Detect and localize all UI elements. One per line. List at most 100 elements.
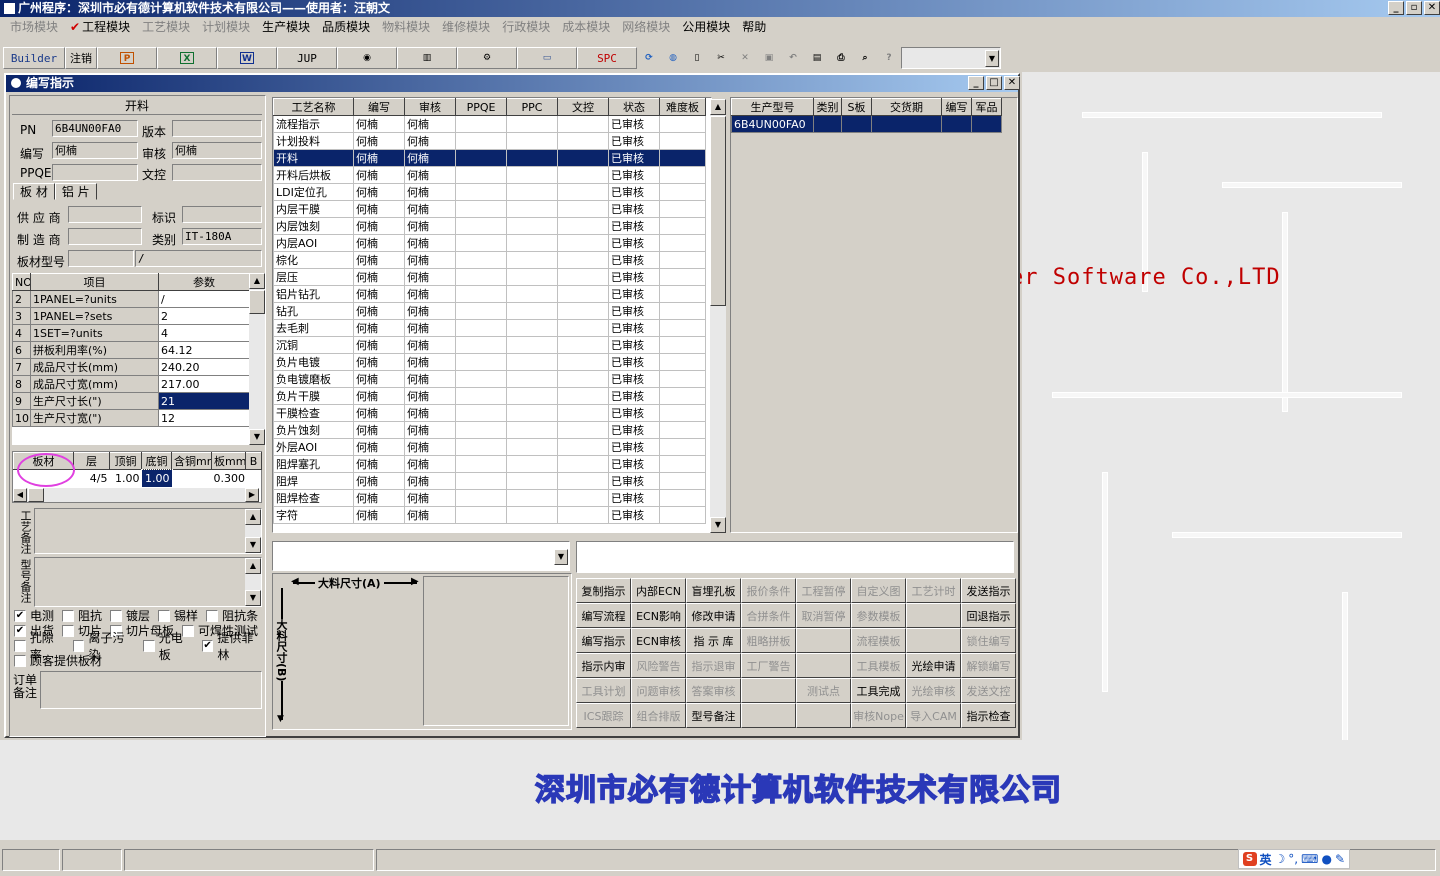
action-button-3-0[interactable]: 指示内审 bbox=[576, 653, 631, 678]
action-button-5-4[interactable] bbox=[796, 703, 851, 728]
param-cell[interactable]: 生产尺寸长(") bbox=[30, 392, 159, 410]
process-cell[interactable] bbox=[557, 336, 609, 354]
action-button-4-0[interactable]: 工具计划 bbox=[576, 678, 631, 703]
process-cell[interactable] bbox=[506, 353, 558, 371]
action-button-0-1[interactable]: 内部ECN bbox=[631, 578, 686, 603]
process-cell[interactable]: 已审核 bbox=[608, 149, 660, 167]
action-button-2-7[interactable]: 锁住编写 bbox=[961, 628, 1016, 653]
process-cell[interactable] bbox=[659, 200, 706, 218]
model-col-header[interactable]: S板 bbox=[841, 98, 872, 116]
ppqe-field[interactable] bbox=[52, 164, 138, 181]
pn-field[interactable]: 6B4UN00FA0 bbox=[52, 120, 138, 137]
scroll-down-icon[interactable]: ▼ bbox=[249, 429, 265, 445]
process-cell[interactable]: 何楠 bbox=[353, 489, 405, 507]
process-cell[interactable] bbox=[455, 115, 507, 133]
process-row[interactable]: 负片干膜 何楠 何楠 已审核 bbox=[273, 387, 706, 405]
action-button-3-3[interactable]: 工厂警告 bbox=[741, 653, 796, 678]
process-cell[interactable]: 已审核 bbox=[608, 115, 660, 133]
process-cell[interactable] bbox=[455, 200, 507, 218]
ppt-icon[interactable]: P bbox=[97, 47, 157, 69]
moon-icon[interactable]: ☽ bbox=[1275, 852, 1286, 866]
process-cell[interactable]: 层压 bbox=[273, 268, 354, 286]
process-cell[interactable]: 何楠 bbox=[404, 404, 456, 422]
process-cell[interactable]: 已审核 bbox=[608, 506, 660, 524]
minimize-icon[interactable]: _ bbox=[1388, 1, 1404, 15]
process-cell[interactable]: 干膜检查 bbox=[273, 404, 354, 422]
process-cell[interactable]: 何楠 bbox=[353, 217, 405, 235]
process-cell[interactable]: 何楠 bbox=[353, 268, 405, 286]
process-cell[interactable]: 何楠 bbox=[404, 438, 456, 456]
process-cell[interactable]: 已审核 bbox=[608, 251, 660, 269]
param-cell[interactable]: 4 bbox=[12, 324, 31, 342]
process-cell[interactable]: 已审核 bbox=[608, 421, 660, 439]
process-cell[interactable] bbox=[455, 404, 507, 422]
undo-icon[interactable]: ↶ bbox=[781, 47, 805, 69]
process-cell[interactable] bbox=[506, 234, 558, 252]
param-row[interactable]: 9 生产尺寸长(") 21 bbox=[12, 392, 249, 410]
process-col-header[interactable]: PPQE bbox=[455, 98, 507, 116]
writer-field[interactable]: 何楠 bbox=[52, 142, 138, 159]
process-cell[interactable] bbox=[455, 302, 507, 320]
process-cell[interactable]: 去毛刺 bbox=[273, 319, 354, 337]
layer-col-header[interactable]: 底铜 bbox=[141, 452, 172, 470]
process-cell[interactable] bbox=[659, 166, 706, 184]
process-cell[interactable] bbox=[557, 353, 609, 371]
checkmark-icon[interactable]: ✔ bbox=[14, 609, 26, 622]
process-cell[interactable]: 何楠 bbox=[404, 234, 456, 252]
process-cell[interactable] bbox=[659, 285, 706, 303]
process-cell[interactable] bbox=[506, 472, 558, 490]
process-cell[interactable]: 何楠 bbox=[353, 183, 405, 201]
action-button-3-7[interactable]: 解锁编写 bbox=[961, 653, 1016, 678]
scroll-up-icon[interactable]: ▲ bbox=[710, 99, 726, 115]
process-cell[interactable]: 何楠 bbox=[353, 421, 405, 439]
process-cell[interactable]: 何楠 bbox=[353, 353, 405, 371]
process-cell[interactable]: 何楠 bbox=[353, 132, 405, 150]
process-cell[interactable] bbox=[455, 506, 507, 524]
param-cell[interactable]: 217.00 bbox=[158, 375, 249, 393]
process-cell[interactable]: 何楠 bbox=[404, 268, 456, 286]
refresh-icon[interactable]: ⟳ bbox=[637, 47, 661, 69]
process-row[interactable]: 铝片钻孔 何楠 何楠 已审核 bbox=[273, 285, 706, 303]
process-cell[interactable] bbox=[557, 149, 609, 167]
scroll-down-icon[interactable]: ▼ bbox=[245, 537, 261, 553]
delete-icon[interactable]: ✕ bbox=[733, 47, 757, 69]
action-button-0-0[interactable]: 复制指示 bbox=[576, 578, 631, 603]
action-button-2-1[interactable]: ECN审核 bbox=[631, 628, 686, 653]
layer-cell[interactable]: 0.300 bbox=[212, 470, 246, 487]
action-button-4-1[interactable]: 问题审核 bbox=[631, 678, 686, 703]
menu-item-3[interactable]: 计划模块 bbox=[196, 17, 256, 37]
globe-icon[interactable]: ◍ bbox=[661, 47, 685, 69]
keyboard-icon[interactable]: ⌨ bbox=[1301, 852, 1318, 866]
process-row[interactable]: 内层干膜 何楠 何楠 已审核 bbox=[273, 200, 706, 218]
param-cell[interactable]: 8 bbox=[12, 375, 31, 393]
process-col-header[interactable]: PPC bbox=[506, 98, 558, 116]
scroll-up-icon[interactable]: ▲ bbox=[245, 558, 261, 574]
process-cell[interactable] bbox=[659, 489, 706, 507]
model-col-header[interactable]: 生产型号 bbox=[731, 98, 814, 116]
action-button-1-6[interactable] bbox=[906, 603, 961, 628]
process-cell[interactable]: 何楠 bbox=[404, 421, 456, 439]
process-cell[interactable] bbox=[506, 166, 558, 184]
toolbar-combo[interactable]: ▼ bbox=[901, 47, 1001, 69]
wrench-icon[interactable]: ✎ bbox=[1335, 852, 1345, 866]
process-cell[interactable]: 何楠 bbox=[404, 455, 456, 473]
process-row[interactable]: 内层AOI 何楠 何楠 已审核 bbox=[273, 234, 706, 252]
model-cell[interactable] bbox=[813, 115, 842, 133]
process-cell[interactable] bbox=[506, 200, 558, 218]
layer-cell[interactable]: 1.00 bbox=[140, 468, 173, 488]
checkbox-empty-icon[interactable] bbox=[14, 639, 26, 652]
scroll-down-icon[interactable]: ▼ bbox=[710, 517, 726, 533]
model-cell[interactable] bbox=[871, 115, 942, 133]
preview-icon[interactable]: ▤ bbox=[805, 47, 829, 69]
process-cell[interactable] bbox=[506, 421, 558, 439]
param-cell[interactable]: 拼板利用率(%) bbox=[30, 341, 159, 359]
action-button-5-6[interactable]: 导入CAM bbox=[906, 703, 961, 728]
close-icon[interactable]: ✕ bbox=[1004, 76, 1020, 90]
process-cell[interactable]: 流程指示 bbox=[273, 115, 354, 133]
process-row[interactable]: 阻焊 何楠 何楠 已审核 bbox=[273, 472, 706, 490]
process-cell[interactable]: 何楠 bbox=[404, 217, 456, 235]
menu-item-2[interactable]: 工艺模块 bbox=[136, 17, 196, 37]
process-cell[interactable]: 何楠 bbox=[353, 455, 405, 473]
process-col-header[interactable]: 工艺名称 bbox=[273, 98, 354, 116]
param-cell[interactable]: 生产尺寸宽(") bbox=[30, 409, 159, 427]
